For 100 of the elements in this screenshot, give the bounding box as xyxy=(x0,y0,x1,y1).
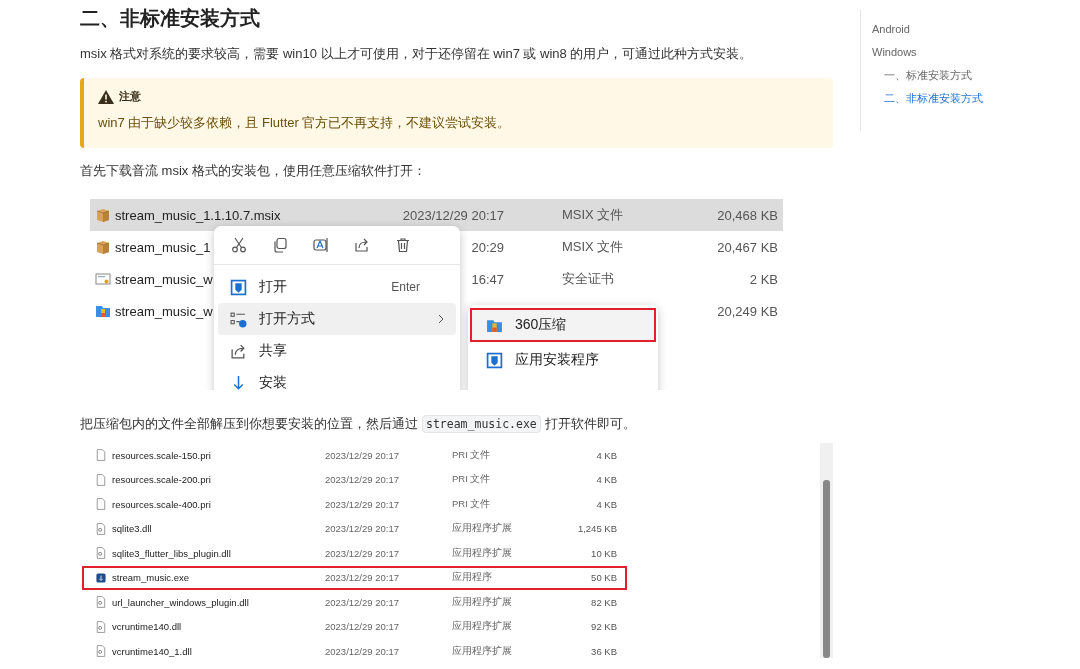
file-type: PRI 文件 xyxy=(452,473,492,487)
file-name: resources.scale-400.pri xyxy=(112,498,212,510)
file-size: 50 KB xyxy=(590,572,617,584)
file-date: 2023/12/29 20:17 xyxy=(325,596,400,608)
settings-file-icon xyxy=(96,645,106,658)
settings-file-icon xyxy=(96,522,106,535)
paragraph: 首先下载音流 msix 格式的安装包，使用任意压缩软件打开： xyxy=(80,162,427,180)
settings-file-icon xyxy=(96,620,106,633)
toc-link[interactable]: Android xyxy=(872,21,983,44)
file-icon xyxy=(96,473,106,486)
share-icon[interactable] xyxy=(354,237,370,253)
file-name: vcruntime140.dll xyxy=(112,621,183,633)
certificate-icon xyxy=(95,271,111,287)
file-type: 安全证书 xyxy=(562,271,614,286)
file-date: 2023/12/29 20:17 xyxy=(325,449,400,461)
archive-icon xyxy=(95,303,111,319)
file-name: sqlite3_flutter_libs_plugin.dll xyxy=(112,547,232,559)
settings-file-icon xyxy=(96,596,106,609)
file-type: MSIX 文件 xyxy=(562,239,624,254)
file-row[interactable]: vcruntime140_1.dll 2023/12/29 20:17 应用程序扩展 36 KB xyxy=(82,639,627,664)
cut-icon[interactable] xyxy=(231,237,247,253)
rename-icon[interactable] xyxy=(313,237,329,253)
file-row[interactable]: stream_music.exe 2023/12/29 20:17 应用程序 50 KB xyxy=(82,565,627,590)
file-name: stream_music_1 xyxy=(115,239,211,255)
file-row[interactable]: sqlite3_flutter_libs_plugin.dll 2023/12/29 20:17 应用程序扩展 10 KB xyxy=(82,541,627,566)
file-type: 应用程序扩展 xyxy=(452,644,513,658)
file-type: PRI 文件 xyxy=(452,448,492,462)
file-date: 2023/12/29 20:17 xyxy=(325,621,400,633)
installer-icon xyxy=(230,278,247,296)
menu-item[interactable]: 应用安装程序 xyxy=(470,343,656,377)
file-size: 82 KB xyxy=(590,596,617,608)
intro-paragraph: msix 格式对系统的要求较高，需要 win10 以上才可使用，对于还停留在 win7 或 win8 的用户，可通过此种方式安装。 xyxy=(80,45,754,63)
note-text: win7 由于缺少较多依赖，且 Flutter 官方已不再支持，不建议尝试安装。 xyxy=(98,114,512,132)
file-type: 应用程序扩展 xyxy=(452,546,513,560)
file-row[interactable]: vcruntime140.dll 2023/12/29 20:17 应用程序扩展 92 KB xyxy=(82,614,627,639)
inline-code: stream_music.exe xyxy=(422,415,541,433)
file-date: 20:29 xyxy=(471,239,504,255)
file-name: stream_music_1.1.10.7.msix xyxy=(115,207,281,223)
file-name: sqlite3.dll xyxy=(112,523,153,535)
file-size: 20,467 KB xyxy=(717,239,778,255)
file-date: 2023/12/29 20:17 xyxy=(325,572,400,584)
file-name: resources.scale-200.pri xyxy=(112,474,212,486)
file-name: vcruntime140_1.dll xyxy=(112,645,193,657)
file-row[interactable]: sqlite3.dll 2023/12/29 20:17 应用程序扩展 1,245 KB xyxy=(82,516,627,541)
file-size: 4 KB xyxy=(595,498,617,510)
toc-link[interactable]: 一、标准安装方式 xyxy=(872,67,983,90)
file-icon xyxy=(96,449,106,462)
delete-icon[interactable] xyxy=(395,237,411,253)
copy-icon[interactable] xyxy=(272,237,288,253)
file-date: 16:47 xyxy=(471,271,504,287)
file-size: 4 KB xyxy=(595,474,617,486)
file-size: 10 KB xyxy=(590,547,617,559)
share-icon xyxy=(230,342,247,360)
file-name: stream_music_w xyxy=(115,303,213,319)
file-size: 2 KB xyxy=(749,271,778,287)
file-type: 应用程序扩展 xyxy=(452,595,513,609)
file-row[interactable]: resources.scale-400.pri 2023/12/29 20:17 PRI 文件 4 KB xyxy=(82,492,627,517)
scrollbar[interactable] xyxy=(820,443,833,658)
file-type: 应用程序 xyxy=(452,571,493,585)
file-size: 20,468 KB xyxy=(717,207,778,223)
file-row[interactable]: stream_music_1.1.10.7.msix 2023/12/29 20:17 MSIX 文件 20,468 KB xyxy=(90,199,783,231)
file-date: 2023/12/29 20:17 xyxy=(325,523,400,535)
file-size: 92 KB xyxy=(590,621,617,633)
menu-item[interactable]: 安装 xyxy=(218,367,456,390)
toc-link[interactable]: 二、非标准安装方式 xyxy=(872,90,983,113)
file-date: 2023/12/29 20:17 xyxy=(325,498,400,510)
section-heading: 二、非标准安装方式 xyxy=(80,6,261,31)
file-type: 应用程序扩展 xyxy=(452,620,513,634)
file-type: PRI 文件 xyxy=(452,497,492,511)
file-icon xyxy=(96,498,106,511)
paragraph: 把压缩包内的文件全部解压到你想要安装的位置，然后通过 stream_music.exe 打开软件即可。 xyxy=(80,415,637,433)
app-icon xyxy=(96,571,106,584)
package-icon xyxy=(95,207,111,223)
file-size: 20,249 KB xyxy=(717,303,778,319)
menu-item[interactable]: 打开方式 xyxy=(218,303,456,335)
menu-item[interactable]: 360压缩 xyxy=(470,308,656,342)
menu-item[interactable]: 共享 xyxy=(218,335,456,367)
file-row[interactable]: resources.scale-200.pri 2023/12/29 20:17 PRI 文件 4 KB xyxy=(82,467,627,492)
file-date: 2023/12/29 20:17 xyxy=(325,645,400,657)
file-date: 2023/12/29 20:17 xyxy=(402,207,504,223)
package-icon xyxy=(95,239,111,255)
open-with-icon xyxy=(230,310,247,328)
file-type: MSIX 文件 xyxy=(562,207,624,222)
file-type: 应用程序扩展 xyxy=(452,522,513,536)
file-date: 2023/12/29 20:17 xyxy=(325,474,400,486)
installer-icon xyxy=(486,351,503,369)
menu-item[interactable]: 打开 Enter xyxy=(218,271,456,303)
toc-link[interactable]: Windows xyxy=(872,44,983,67)
file-row[interactable]: resources.scale-150.pri 2023/12/29 20:17 PRI 文件 4 KB xyxy=(82,443,627,468)
chevron-icon xyxy=(438,314,444,324)
file-date: 2023/12/29 20:17 xyxy=(325,547,400,559)
file-row[interactable]: url_launcher_windows_plugin.dll 2023/12/29 20:17 应用程序扩展 82 KB xyxy=(82,590,627,615)
file-name: url_launcher_windows_plugin.dll xyxy=(112,596,250,608)
file-name: resources.scale-150.pri xyxy=(112,449,212,461)
file-size: 4 KB xyxy=(595,449,617,461)
file-size: 1,245 KB xyxy=(576,523,617,535)
note-title: 注意 xyxy=(119,89,141,104)
file-size: 36 KB xyxy=(590,645,617,657)
file-name: stream_music_w xyxy=(115,271,213,287)
warning-icon xyxy=(98,89,114,104)
